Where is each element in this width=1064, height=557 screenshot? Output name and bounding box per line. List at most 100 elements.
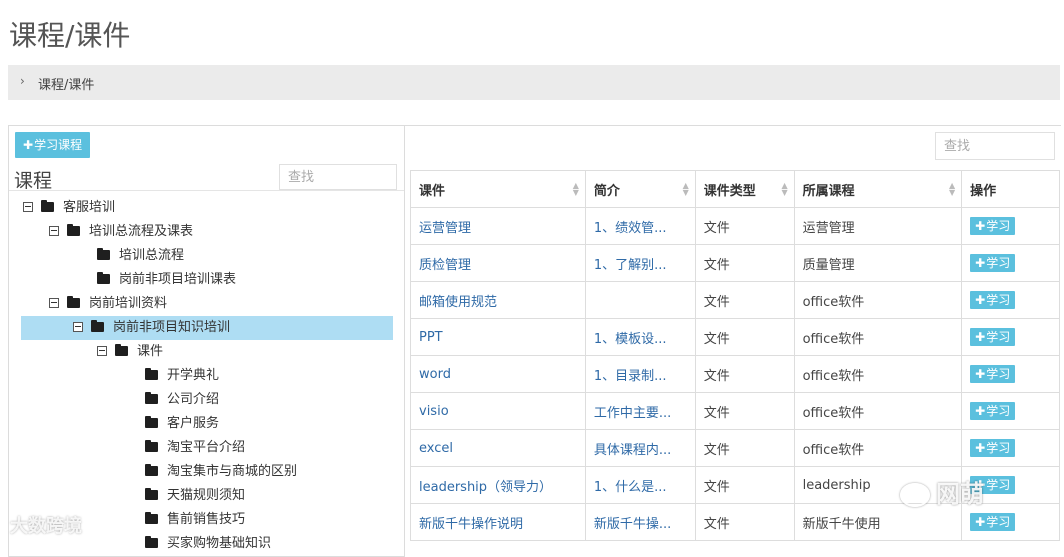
learn-button[interactable]: ✚学习 bbox=[970, 254, 1016, 272]
sort-icon[interactable]: ▲ ▼ bbox=[683, 182, 689, 197]
courseware-intro[interactable]: 具体课程内... bbox=[584, 429, 696, 467]
table-header-row: 课件 ▲ ▼ 简介 ▲ ▼ 课件类型 ▲ ▼ 所属课程 ▲ ▼ 操作 bbox=[410, 170, 1060, 208]
tree-node[interactable]: 岗前非项目培训课表 bbox=[97, 268, 236, 292]
tree-node[interactable]: 岗前培训资料 bbox=[49, 292, 167, 316]
learn-button[interactable]: ✚学习 bbox=[970, 328, 1016, 346]
folder-icon bbox=[145, 535, 158, 548]
courseware-type: 文件 bbox=[694, 318, 795, 356]
courseware-course: 新版千牛使用 bbox=[793, 503, 963, 541]
courseware-name[interactable]: 新版千牛操作说明 bbox=[410, 503, 586, 541]
folder-icon bbox=[145, 511, 158, 524]
collapse-icon[interactable] bbox=[49, 225, 59, 236]
courseware-name[interactable]: excel bbox=[410, 429, 586, 467]
courseware-intro[interactable]: 1、目录制... bbox=[584, 355, 696, 393]
folder-icon bbox=[41, 199, 54, 212]
courseware-intro[interactable]: 工作中主要... bbox=[584, 392, 696, 430]
courseware-type: 文件 bbox=[694, 503, 795, 541]
sort-icon[interactable]: ▲ ▼ bbox=[781, 182, 787, 197]
plus-icon: ✚ bbox=[975, 441, 986, 455]
tree-node-selected[interactable]: 岗前非项目知识培训 bbox=[21, 316, 393, 340]
tree-node[interactable]: 课件 bbox=[97, 340, 163, 364]
courseware-name[interactable]: 邮箱使用规范 bbox=[410, 281, 586, 319]
collapse-icon[interactable] bbox=[49, 297, 59, 308]
column-header-course[interactable]: 所属课程 ▲ ▼ bbox=[793, 170, 963, 208]
folder-icon bbox=[145, 463, 158, 476]
tree-node[interactable]: 淘宝集市与商城的区别 bbox=[145, 460, 297, 484]
courseware-name[interactable]: PPT bbox=[410, 318, 586, 356]
collapse-icon[interactable] bbox=[73, 321, 83, 332]
column-header-type[interactable]: 课件类型 ▲ ▼ bbox=[694, 170, 795, 208]
courseware-intro[interactable]: 新版千牛操... bbox=[584, 503, 696, 541]
courseware-name[interactable]: leadership（领导力） bbox=[410, 466, 586, 504]
courseware-intro[interactable]: 1、了解别... bbox=[584, 244, 696, 282]
action-cell: ✚学习 bbox=[961, 429, 1060, 467]
plus-icon: ✚ bbox=[975, 330, 986, 344]
folder-icon bbox=[145, 439, 158, 452]
folder-icon bbox=[115, 343, 128, 356]
courseware-name[interactable]: 运营管理 bbox=[410, 207, 586, 245]
folder-icon bbox=[97, 271, 110, 284]
collapse-icon[interactable] bbox=[23, 201, 33, 212]
column-header-name[interactable]: 课件 ▲ ▼ bbox=[410, 170, 586, 208]
courseware-type: 文件 bbox=[694, 466, 795, 504]
plus-icon: ✚ bbox=[23, 138, 34, 152]
courseware-course: office软件 bbox=[793, 392, 963, 430]
tree-search-input[interactable] bbox=[279, 164, 397, 190]
courseware-course: office软件 bbox=[793, 429, 963, 467]
tree-node[interactable]: 培训总流程 bbox=[97, 244, 184, 268]
courseware-course: office软件 bbox=[793, 355, 963, 393]
tree-node[interactable]: 公司介绍 bbox=[145, 388, 219, 412]
action-cell: ✚学习 bbox=[961, 355, 1060, 393]
tree-node[interactable]: 售前销售技巧 bbox=[145, 508, 245, 532]
sort-icon[interactable]: ▲ ▼ bbox=[573, 182, 579, 197]
courseware-type: 文件 bbox=[694, 207, 795, 245]
folder-icon bbox=[97, 247, 110, 260]
courseware-intro[interactable]: 1、模板设... bbox=[584, 318, 696, 356]
table-row: 新版千牛操作说明 新版千牛操... 文件 新版千牛使用 ✚学习 bbox=[410, 503, 1060, 541]
action-cell: ✚学习 bbox=[961, 207, 1060, 245]
courseware-name[interactable]: word bbox=[410, 355, 586, 393]
watermark-right: 网萌 bbox=[900, 474, 984, 509]
learn-button[interactable]: ✚学习 bbox=[970, 513, 1016, 531]
plus-icon: ✚ bbox=[975, 256, 986, 270]
courseware-course: 运营管理 bbox=[793, 207, 963, 245]
tree-node[interactable]: 淘宝平台介绍 bbox=[145, 436, 245, 460]
folder-icon bbox=[145, 391, 158, 404]
table-search-input[interactable] bbox=[935, 132, 1055, 160]
courseware-intro[interactable]: 1、什么是... bbox=[584, 466, 696, 504]
course-tree-panel: ✚学习课程 课程 客服培训 培训总流程及课表 培训总流程 岗前非项目培训课表 岗… bbox=[8, 125, 405, 557]
courseware-intro[interactable] bbox=[584, 281, 696, 319]
courseware-intro[interactable]: 1、绩效管... bbox=[584, 207, 696, 245]
tree-node[interactable]: 开学典礼 bbox=[145, 364, 219, 388]
table-row: word 1、目录制... 文件 office软件 ✚学习 bbox=[410, 355, 1060, 393]
panel-heading: 课程 bbox=[14, 170, 53, 192]
courseware-type: 文件 bbox=[694, 281, 795, 319]
add-course-button[interactable]: ✚学习课程 bbox=[15, 132, 91, 158]
table-row: 运营管理 1、绩效管... 文件 运营管理 ✚学习 bbox=[410, 207, 1060, 245]
sort-icon[interactable]: ▲ ▼ bbox=[949, 182, 955, 197]
watermark-left: 大数跨境 bbox=[10, 516, 82, 537]
courseware-type: 文件 bbox=[694, 244, 795, 282]
learn-button[interactable]: ✚学习 bbox=[970, 217, 1016, 235]
tree-node[interactable]: 天猫规则须知 bbox=[145, 484, 245, 508]
collapse-icon[interactable] bbox=[97, 345, 107, 356]
breadcrumb: › 课程/课件 bbox=[8, 65, 1060, 100]
action-cell: ✚学习 bbox=[961, 318, 1060, 356]
plus-icon: ✚ bbox=[975, 219, 986, 233]
tree-node[interactable]: 客户服务 bbox=[145, 412, 219, 436]
learn-button[interactable]: ✚学习 bbox=[970, 402, 1016, 420]
tree-node[interactable]: 培训总流程及课表 bbox=[49, 220, 193, 244]
courseware-type: 文件 bbox=[694, 355, 795, 393]
courseware-name[interactable]: visio bbox=[410, 392, 586, 430]
learn-button[interactable]: ✚学习 bbox=[970, 439, 1016, 457]
learn-button[interactable]: ✚学习 bbox=[970, 291, 1016, 309]
action-cell: ✚学习 bbox=[961, 392, 1060, 430]
breadcrumb-item[interactable]: 课程/课件 bbox=[38, 74, 94, 93]
tree-node[interactable]: 客服培训 bbox=[23, 196, 115, 220]
column-header-intro[interactable]: 简介 ▲ ▼ bbox=[584, 170, 696, 208]
table-row: 邮箱使用规范 文件 office软件 ✚学习 bbox=[410, 281, 1060, 319]
folder-icon bbox=[145, 367, 158, 380]
learn-button[interactable]: ✚学习 bbox=[970, 365, 1016, 383]
courseware-name[interactable]: 质检管理 bbox=[410, 244, 586, 282]
tree-node[interactable]: 买家购物基础知识 bbox=[145, 532, 271, 556]
